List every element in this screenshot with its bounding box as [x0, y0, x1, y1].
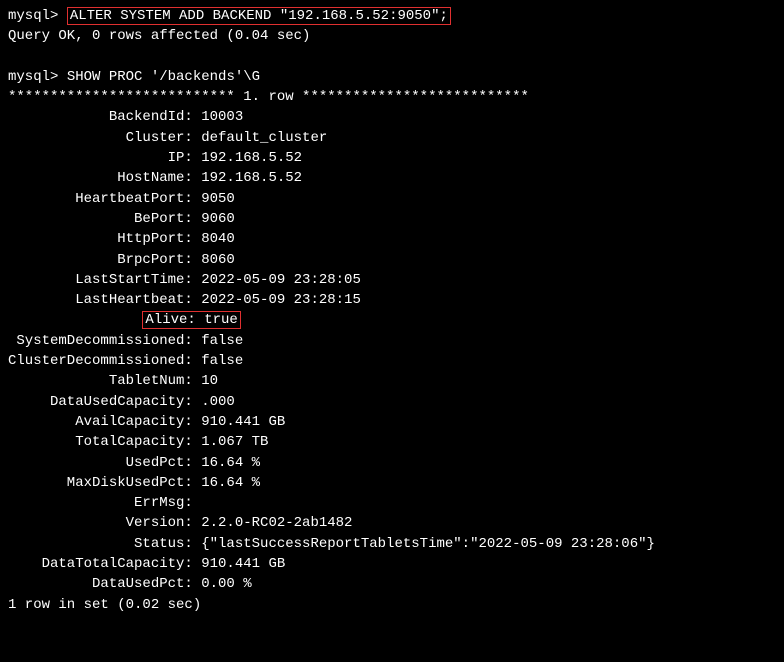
field-datausedpct: DataUsedPct: 0.00 %	[8, 574, 776, 594]
field-datatotalcapacity: DataTotalCapacity: 910.441 GB	[8, 554, 776, 574]
field-backendid: BackendId: 10003	[8, 107, 776, 127]
row-header: *************************** 1. row *****…	[8, 87, 776, 107]
field-version: Version: 2.2.0-RC02-2ab1482	[8, 513, 776, 533]
result-footer: 1 row in set (0.02 sec)	[8, 595, 776, 615]
command-line-1: mysql> ALTER SYSTEM ADD BACKEND "192.168…	[8, 6, 776, 26]
field-alive: Alive: true	[8, 310, 776, 330]
field-cluster: Cluster: default_cluster	[8, 128, 776, 148]
field-totalcapacity: TotalCapacity: 1.067 TB	[8, 432, 776, 452]
field-availcapacity: AvailCapacity: 910.441 GB	[8, 412, 776, 432]
field-hostname: HostName: 192.168.5.52	[8, 168, 776, 188]
field-errmsg: ErrMsg:	[8, 493, 776, 513]
field-pad	[8, 312, 142, 328]
alive-status: Alive: true	[142, 311, 240, 329]
field-tabletnum: TabletNum: 10	[8, 371, 776, 391]
backend-fields: BackendId: 10003 Cluster: default_cluste…	[8, 107, 776, 594]
result-line-1: Query OK, 0 rows affected (0.04 sec)	[8, 26, 776, 46]
field-systemdecommissioned: SystemDecommissioned: false	[8, 331, 776, 351]
field-brpcport: BrpcPort: 8060	[8, 250, 776, 270]
field-usedpct: UsedPct: 16.64 %	[8, 453, 776, 473]
field-datausedcapacity: DataUsedCapacity: .000	[8, 392, 776, 412]
field-ip: IP: 192.168.5.52	[8, 148, 776, 168]
blank-line	[8, 47, 776, 67]
field-lastheartbeat: LastHeartbeat: 2022-05-09 23:28:15	[8, 290, 776, 310]
mysql-prompt: mysql>	[8, 8, 67, 24]
field-httpport: HttpPort: 8040	[8, 229, 776, 249]
alter-command: ALTER SYSTEM ADD BACKEND "192.168.5.52:9…	[67, 7, 451, 25]
field-clusterdecommissioned: ClusterDecommissioned: false	[8, 351, 776, 371]
mysql-prompt: mysql>	[8, 69, 67, 85]
field-heartbeatport: HeartbeatPort: 9050	[8, 189, 776, 209]
show-command: SHOW PROC '/backends'\G	[67, 69, 260, 85]
field-maxdiskusedpct: MaxDiskUsedPct: 16.64 %	[8, 473, 776, 493]
command-line-2: mysql> SHOW PROC '/backends'\G	[8, 67, 776, 87]
field-status: Status: {"lastSuccessReportTabletsTime":…	[8, 534, 776, 554]
field-beport: BePort: 9060	[8, 209, 776, 229]
field-laststarttime: LastStartTime: 2022-05-09 23:28:05	[8, 270, 776, 290]
